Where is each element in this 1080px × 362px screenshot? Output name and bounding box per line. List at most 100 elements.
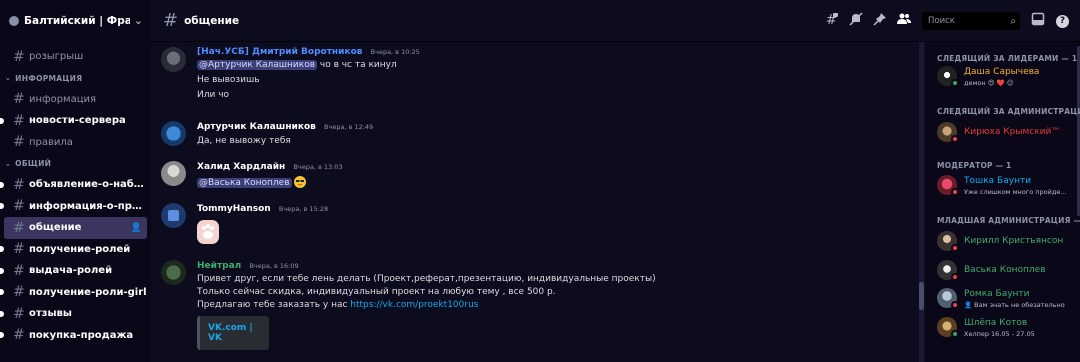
avatar[interactable] [161,161,186,186]
channel-item-give-roles[interactable]: # выдача-ролей [0,260,147,282]
unread-indicator [0,203,4,210]
member-name: Васька Коноплев [964,265,1046,275]
paw-sticker-icon[interactable] [197,220,219,244]
role-header: СЛЕДЯЩИЙ ЗА ЛИДЕРАМИ — 1 [937,54,1078,63]
role-header: МОДЕРАТОР — 1 [937,161,1012,170]
member-item[interactable]: Кирилл Кристьянсон [937,231,1077,255]
channel-item-info-about[interactable]: # информация-о-предс... [0,196,147,218]
avatar[interactable] [161,203,186,228]
server-icon [9,15,19,26]
category-info[interactable]: ⌄ ИНФОРМАЦИЯ [0,68,151,89]
scrollbar-thumb[interactable] [919,282,924,310]
status-dnd-icon [951,301,959,309]
message-line: @Артурчик Калашников чо в чс та кинул [197,60,897,70]
avatar[interactable] [161,121,186,146]
message-line: @Васька Коноплев [197,176,897,188]
unread-indicator [0,117,4,124]
hash-icon: # [13,219,25,236]
message-author[interactable]: [Нач.УСБ] Дмитрий Воротников [197,47,362,57]
caret-down-icon: ⌄ [5,74,12,82]
message-scrollbar[interactable] [919,42,924,362]
user-mention[interactable]: @Артурчик Калашников [197,60,318,70]
channel-list: # розыгрыш ⌄ ИНФОРМАЦИЯ # информация # н… [0,42,151,346]
message-timestamp: Вчера, в 13:03 [293,163,343,171]
user-mention[interactable]: @Васька Коноплев [197,177,292,188]
role-header: СЛЕДЯЩИЙ ЗА АДМИНИСТРАЦИЕЙ... [937,107,1080,116]
channel-item-chat[interactable]: # общение 👤 [4,217,147,239]
member-status-text: 👤 Вам знать не обезательно [964,301,1065,309]
members-icon[interactable] [892,12,916,30]
role-header: МЛАДШАЯ АДМИНИСТРАЦИЯ — 4 [937,216,1080,225]
channel-item-recruitment[interactable]: # объявление-о-наборе... [0,174,147,196]
message-timestamp: Вчера, в 10:25 [370,48,420,56]
member-item[interactable]: Даша Сарычева демон 😍 ❤️ 😌 [937,66,1077,90]
hash-icon: # [13,327,25,344]
hash-icon: # [13,284,25,301]
channel-item-server-news[interactable]: # новости-сервера [0,110,147,132]
member-item[interactable]: Тошка Баунти Уже слишком много пройде... [937,175,1077,199]
message-author[interactable]: Нейтрал [197,261,241,271]
channel-item-rules[interactable]: # правила [4,132,147,154]
search-icon: ⌕ [1010,15,1016,27]
mute-icon[interactable] [844,12,868,30]
avatar[interactable] [161,47,186,72]
message-timestamp: Вчера, в 12:49 [324,123,374,131]
hash-icon: # [13,48,25,65]
status-dnd-icon [951,188,959,196]
embed-title[interactable]: VK.com | VK [208,323,269,343]
message-author[interactable]: Халид Хардлайн [197,162,285,172]
unread-indicator [0,289,4,296]
message-link[interactable]: https://vk.com/proekt100rus [350,300,478,310]
search-input[interactable]: Поиск ⌕ [922,12,1020,30]
hash-icon: # [13,241,25,258]
member-status-text: демон 😍 ❤️ 😌 [964,79,1014,87]
channel-item-reviews[interactable]: # отзывы [0,303,147,325]
member-item[interactable]: Ромка Баунти 👤 Вам знать не обезательно [937,288,1077,312]
message-author[interactable]: Артурчик Калашников [197,122,316,132]
channel-item-giveaway[interactable]: # розыгрыш [4,46,147,68]
threads-icon[interactable]: # [820,12,844,30]
member-item[interactable]: Васька Коноплев [937,260,1077,284]
channel-label: общение [29,222,82,234]
caret-down-icon: ⌄ [5,159,12,168]
member-item[interactable]: Шлёпа Котов Хелпер 16.05 - 27.05 [937,317,1077,341]
channel-label: отзывы [29,308,72,320]
pin-icon[interactable] [868,12,892,30]
status-online-icon [951,79,959,87]
channel-label: розыгрыш [29,51,84,63]
channel-item-girl-role[interactable]: # получение-роли-girl [0,282,147,304]
server-name: Балтийский | Фракц... [24,14,130,27]
hash-icon: # [13,262,25,279]
category-label: ИНФОРМАЦИЯ [15,73,83,83]
member-list: СЛЕДЯЩИЙ ЗА ЛИДЕРАМИ — 1 Даша Сарычева д… [926,42,1080,362]
channel-item-trade[interactable]: # покупка-продажа [0,325,147,347]
member-name: Шлёпа Котов [964,318,1028,328]
channel-title: общение [184,14,240,27]
message-author[interactable]: TommyHanson [197,204,271,214]
help-icon[interactable]: ? [1056,14,1069,28]
channel-label: правила [29,136,73,148]
message-text: чо в чс та кинул [319,60,397,70]
member-name: Кирилл Кристьянсон [964,236,1064,246]
channel-label: получение-ролей [29,243,131,255]
channel-item-info[interactable]: # информация [4,89,147,111]
status-dnd-icon [951,273,959,281]
channel-label: информация [29,93,97,105]
channel-label: информация-о-предс... [29,200,147,212]
member-item[interactable]: Кирюха Крымский™ [937,122,1077,146]
status-dnd-icon [951,135,959,143]
message-text: Предлагаю тебе заказать у нас [197,300,351,310]
message-text: Не вывозишь [197,75,260,85]
invite-icon[interactable]: 👤 [131,223,142,233]
hash-icon: # [13,198,25,215]
server-header[interactable]: Балтийский | Фракц... ⌄ [0,0,151,42]
inbox-icon[interactable] [1026,12,1050,30]
chevron-down-icon[interactable]: ⌄ [134,14,143,27]
unread-indicator [0,246,4,253]
channel-item-get-roles[interactable]: # получение-ролей [0,239,147,261]
avatar[interactable] [161,260,186,285]
category-general[interactable]: ⌄ ОБЩИЙ [0,153,151,174]
member-name: Тошка Баунти [964,176,1032,186]
hash-icon: # [163,10,179,31]
message-timestamp: Вчера, в 16:09 [249,262,299,270]
